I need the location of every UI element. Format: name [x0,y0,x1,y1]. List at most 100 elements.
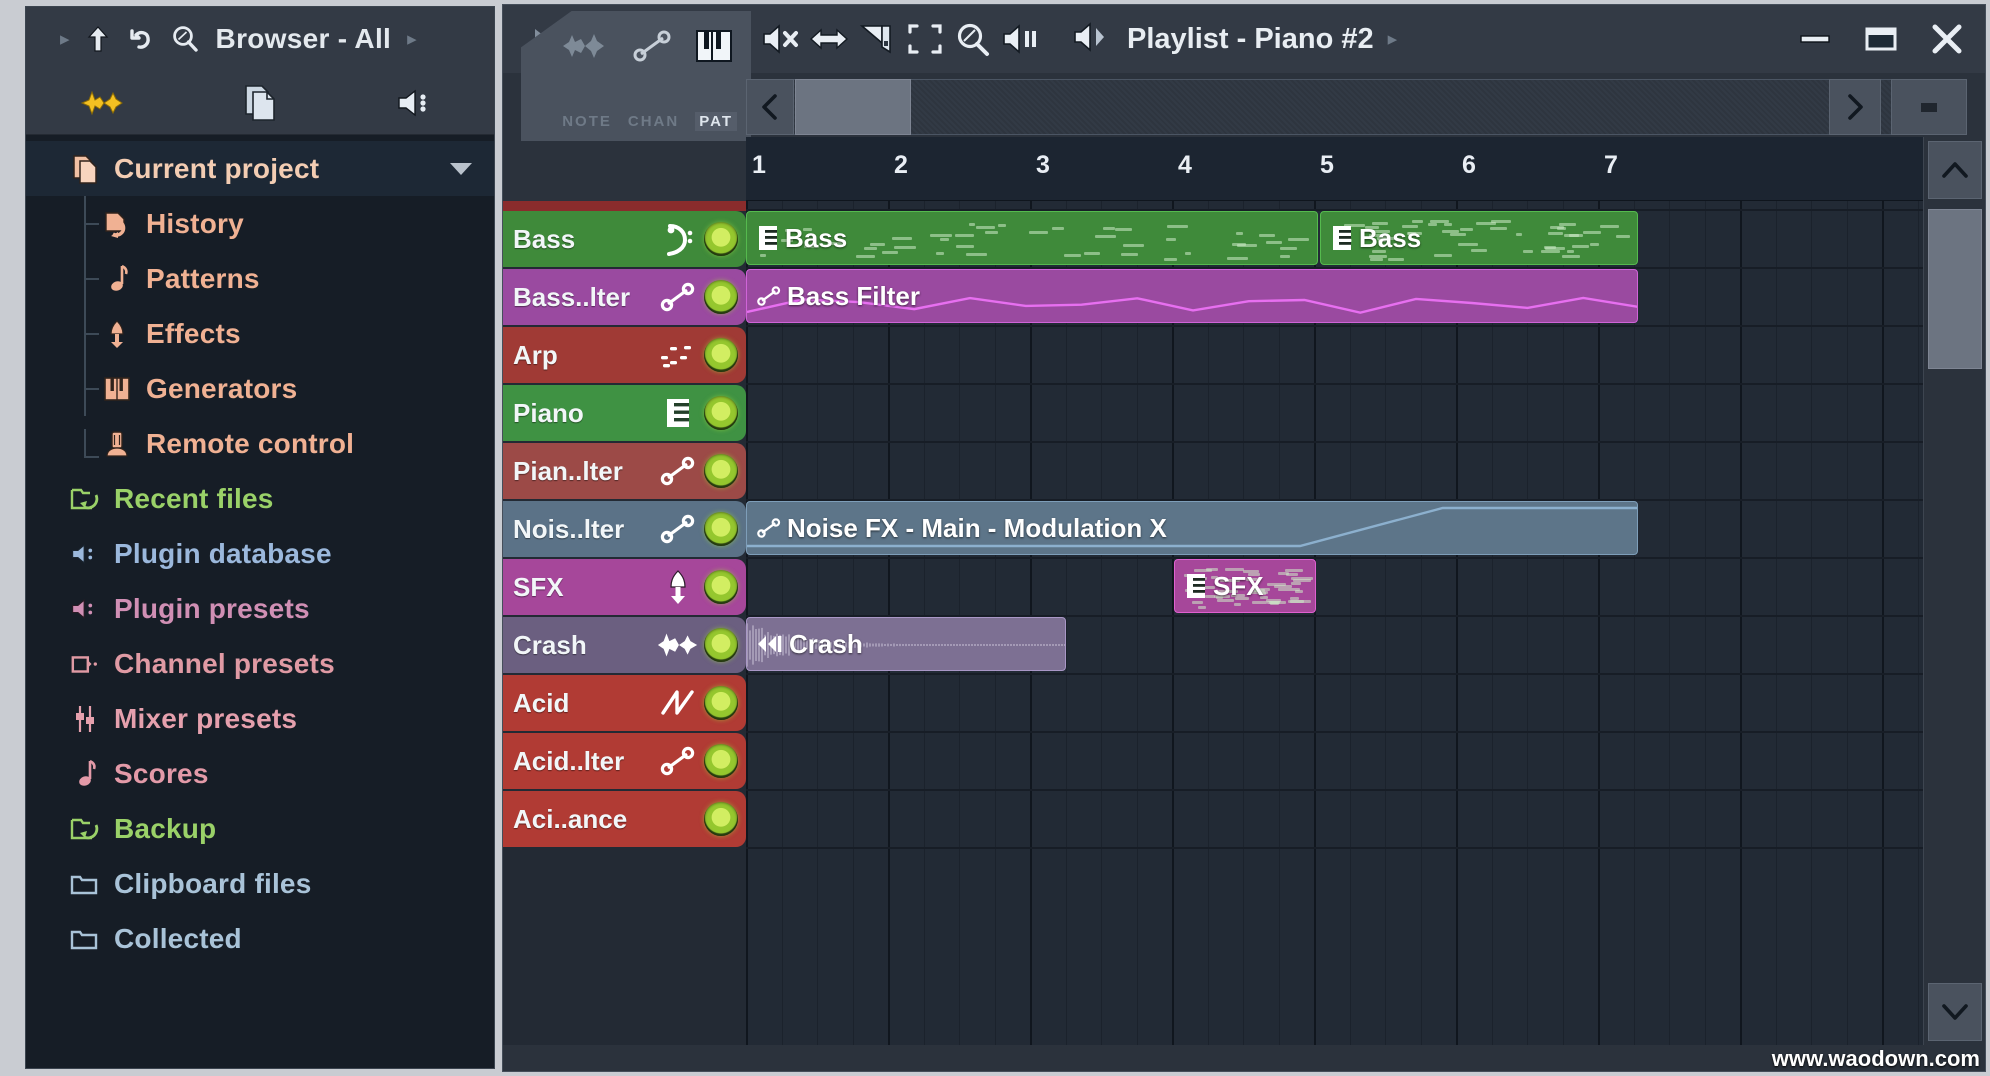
track-divider [746,441,1923,443]
tree-item-history[interactable]: History [26,196,494,251]
slice-knife-icon[interactable] [853,14,901,64]
tree-item-mixer-presets[interactable]: Mixer presets [26,691,494,746]
scroll-up-button[interactable] [1928,141,1982,199]
chan-label[interactable]: CHAN [628,113,679,130]
track-header[interactable]: SFX [503,559,746,615]
pat-label[interactable]: PAT [695,112,737,131]
track-header[interactable]: Piano [503,385,746,441]
piano-icon [102,376,132,402]
search-icon[interactable] [170,24,200,54]
browser-menu-arrow-icon[interactable]: ▸ [60,30,70,49]
playlist-title-group[interactable]: Playlist - Piano #2 ▸ [1071,20,1397,59]
tree-item-patterns[interactable]: Patterns [26,251,494,306]
clip-note-preview [1583,231,1601,234]
effect-icon [656,569,700,605]
select-frame-icon[interactable] [901,14,949,64]
playback-speaker-icon[interactable] [997,14,1045,64]
tree-item-backup[interactable]: Backup [26,801,494,856]
smart-find-icon[interactable] [26,87,182,119]
playlist-clip[interactable]: SFX [1174,559,1316,613]
tree-item-generators[interactable]: Generators [26,361,494,416]
track-header[interactable]: Arp [503,327,746,383]
mute-speaker-icon[interactable] [757,14,805,64]
tree-item-clipboard-files[interactable]: Clipboard files [26,856,494,911]
clip-note-preview [894,246,916,249]
horizontal-scrollbar-track[interactable] [746,79,1923,135]
tree-item-label: Scores [114,758,209,790]
track-header[interactable]: Bass..lter [503,269,746,325]
track-enable-led[interactable] [704,570,738,604]
track-header[interactable]: Acid..lter [503,733,746,789]
track-enable-led[interactable] [704,686,738,720]
audio-wave-icon[interactable] [561,29,613,68]
maximize-button[interactable] [1861,19,1901,59]
tree-item-effects[interactable]: Effects [26,306,494,361]
clip-name: Bass [785,223,847,254]
track-header[interactable]: Bass [503,211,746,267]
speaker-icon[interactable] [338,87,494,119]
clip-note-preview [1291,577,1313,580]
track-enable-led[interactable] [704,222,738,256]
tree-item-remote-control[interactable]: Remote control [26,416,494,471]
ruler-bar-number: 5 [1320,151,1334,180]
track-header[interactable]: Pian..lter [503,443,746,499]
tree-item-plugin-database[interactable]: Plugin database [26,526,494,581]
tree-item-recent-files[interactable]: Recent files [26,471,494,526]
track-header[interactable]: Crash [503,617,746,673]
scroll-left-button[interactable] [746,79,794,135]
tree-item-label: Clipboard files [114,868,311,900]
track-name: Bass [513,224,656,255]
track-enable-led[interactable] [704,628,738,662]
playlist-clip[interactable]: Noise FX - Main - Modulation X [746,501,1638,555]
playlist-clip[interactable]: Crash [746,617,1066,671]
tree-item-plugin-presets[interactable]: Plugin presets [26,581,494,636]
tree-item-scores[interactable]: Scores [26,746,494,801]
track-enable-led[interactable] [704,454,738,488]
arrow-up-icon[interactable] [86,25,110,53]
vertical-scrollbar[interactable] [1923,137,1985,1045]
playlist-clip[interactable]: Bass Filter [746,269,1638,323]
clip-note-preview [1029,231,1048,234]
close-button[interactable] [1927,19,1967,59]
track-enable-led[interactable] [704,512,738,546]
scroll-right-button[interactable] [1829,79,1881,135]
copy-pages-icon[interactable] [182,83,338,123]
mixer-icon [70,704,100,734]
vertical-scrollbar-thumb[interactable] [1928,209,1982,369]
pattern-piano-icon[interactable] [693,28,735,69]
clip-note-preview [1545,247,1564,250]
slip-arrows-icon[interactable] [805,14,853,64]
minimize-button[interactable] [1795,19,1835,59]
playlist-clip[interactable]: Bass [746,211,1318,265]
grid-line [1385,201,1386,1045]
track-enable-led[interactable] [704,338,738,372]
undo-arrow-icon[interactable] [126,25,154,53]
tree-item-collected[interactable]: Collected [26,911,494,966]
horizontal-scrollbar-thumb[interactable] [795,79,911,135]
track-header[interactable]: Nois..lter [503,501,746,557]
tree-item-current-project[interactable]: Current project [26,141,494,196]
track-enable-led[interactable] [704,396,738,430]
playlist-clip[interactable]: Bass [1320,211,1638,265]
chevron-down-icon[interactable] [450,163,472,175]
chevron-right-icon[interactable]: ▸ [1388,30,1398,49]
scroll-options-button[interactable] [1891,79,1967,135]
browser-next-arrow-icon[interactable]: ▸ [407,30,417,49]
clip-note-preview [1567,250,1574,253]
track-header[interactable]: Acid [503,675,746,731]
track-header[interactable]: Aci..ance [503,791,746,847]
tree-item-channel-presets[interactable]: Channel presets [26,636,494,691]
note-label[interactable]: NOTE [562,113,612,130]
clip-note-preview [1550,226,1564,229]
track-enable-led[interactable] [704,802,738,836]
track-name: Aci..ance [513,804,656,835]
timeline-ruler[interactable]: 1 2 3 4 5 6 7 [746,137,1923,201]
scroll-down-button[interactable] [1928,983,1982,1041]
track-enable-led[interactable] [704,280,738,314]
playlist-grid[interactable]: Bass Bass Bass Filter Noise FX - Main - Mod… [746,201,1923,1045]
zoom-magnifier-icon[interactable] [949,14,997,64]
automation-icon[interactable] [631,29,675,68]
pattern-selector-icons [521,21,751,75]
pattern-selector[interactable]: NOTE CHAN PAT [521,11,751,141]
track-enable-led[interactable] [704,744,738,778]
